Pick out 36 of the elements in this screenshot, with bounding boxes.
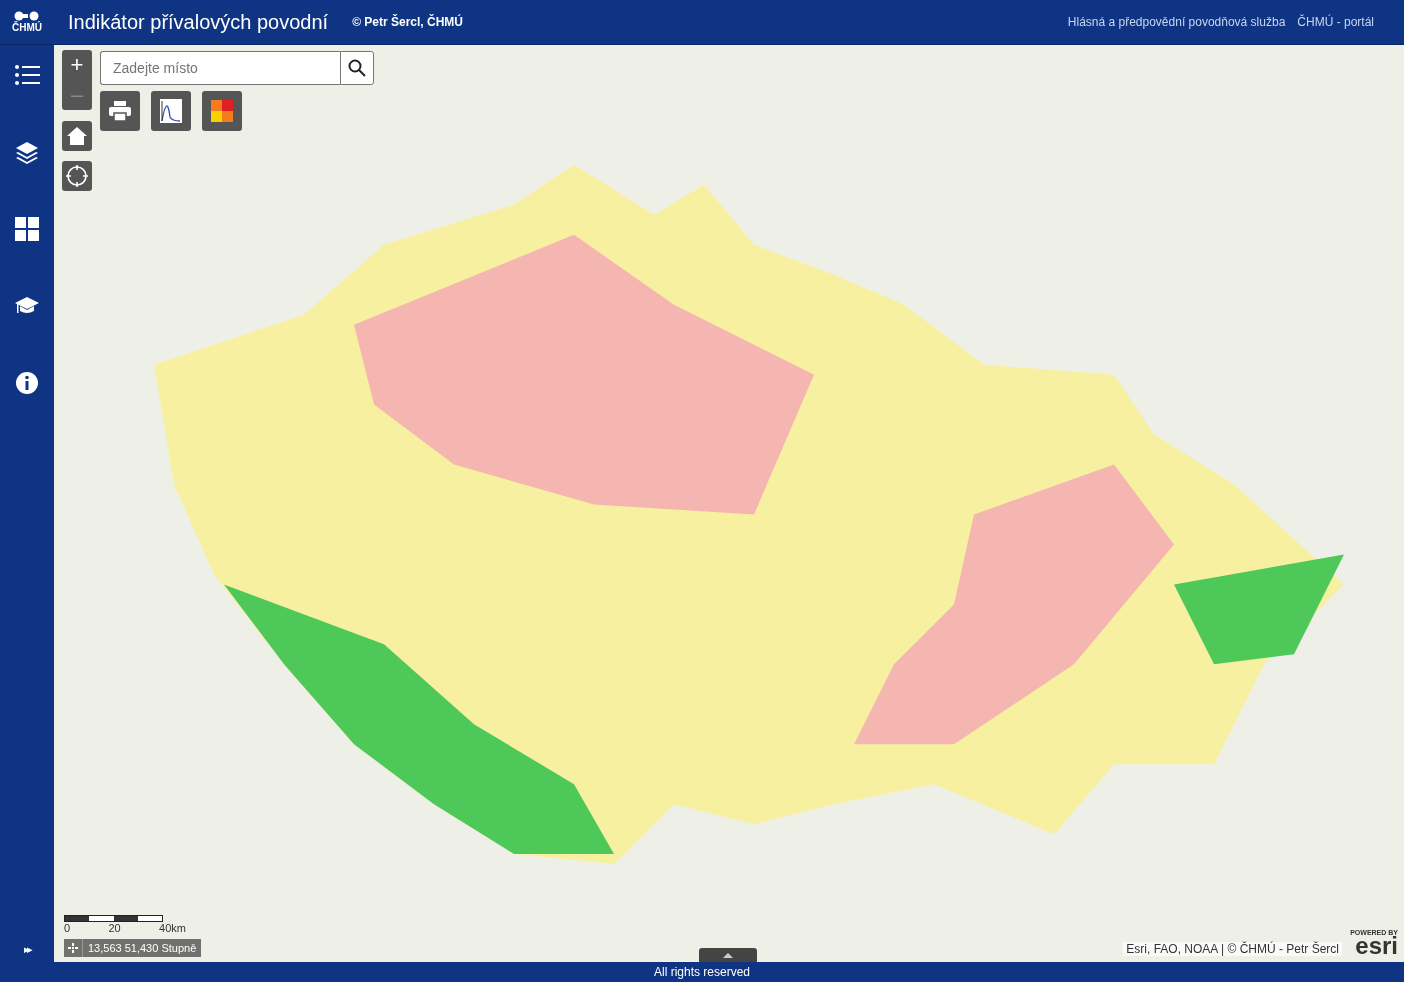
info-icon <box>15 371 39 395</box>
grid-icon <box>15 217 39 241</box>
coordinates-text: 13,563 51,430 Stupně <box>87 942 198 954</box>
curve-chart-icon <box>160 99 182 123</box>
logo-icon <box>14 11 40 21</box>
logo-text: ČHMÚ <box>12 22 42 33</box>
brand-logo-text: esri <box>1355 936 1398 956</box>
scale-label: 20 <box>108 922 121 934</box>
list-icon <box>14 64 40 86</box>
crosshair-icon <box>66 165 88 187</box>
app-title: Indikátor přívalových povodní <box>68 10 329 34</box>
caret-up-icon <box>723 952 733 958</box>
graduation-cap-icon <box>14 296 40 316</box>
search-icon <box>348 59 366 77</box>
home-icon <box>67 127 87 145</box>
zoom-in-button[interactable]: + <box>62 50 92 80</box>
scale-label: 40km <box>159 922 186 934</box>
search-button[interactable] <box>340 51 374 85</box>
header-link[interactable]: ČHMÚ - portál <box>1297 15 1374 29</box>
crosshair-icon <box>68 943 78 953</box>
printer-icon <box>109 101 131 121</box>
expand-button[interactable]: ▸▸ <box>18 941 36 958</box>
attribution-text: Esri, FAO, NOAA | © ČHMÚ - Petr Šercl <box>1123 942 1342 956</box>
locate-button[interactable] <box>62 161 92 191</box>
panel-toggle-handle[interactable] <box>699 948 757 962</box>
search-field[interactable]: Zadejte místo <box>100 51 340 85</box>
copyright-credit: © Petr Šercl, ČHMÚ <box>352 15 464 29</box>
tool-button[interactable] <box>151 91 191 131</box>
layers-icon <box>15 140 39 164</box>
header-link[interactable]: Hlásná a předpovědní povodňová služba <box>1067 15 1286 29</box>
tool-button[interactable] <box>202 91 242 131</box>
footer-text: All rights reserved <box>653 965 750 979</box>
scale-label: 0 <box>64 922 71 934</box>
tool-button[interactable] <box>100 91 140 131</box>
color-squares-icon <box>211 100 233 122</box>
home-button[interactable] <box>62 121 92 151</box>
